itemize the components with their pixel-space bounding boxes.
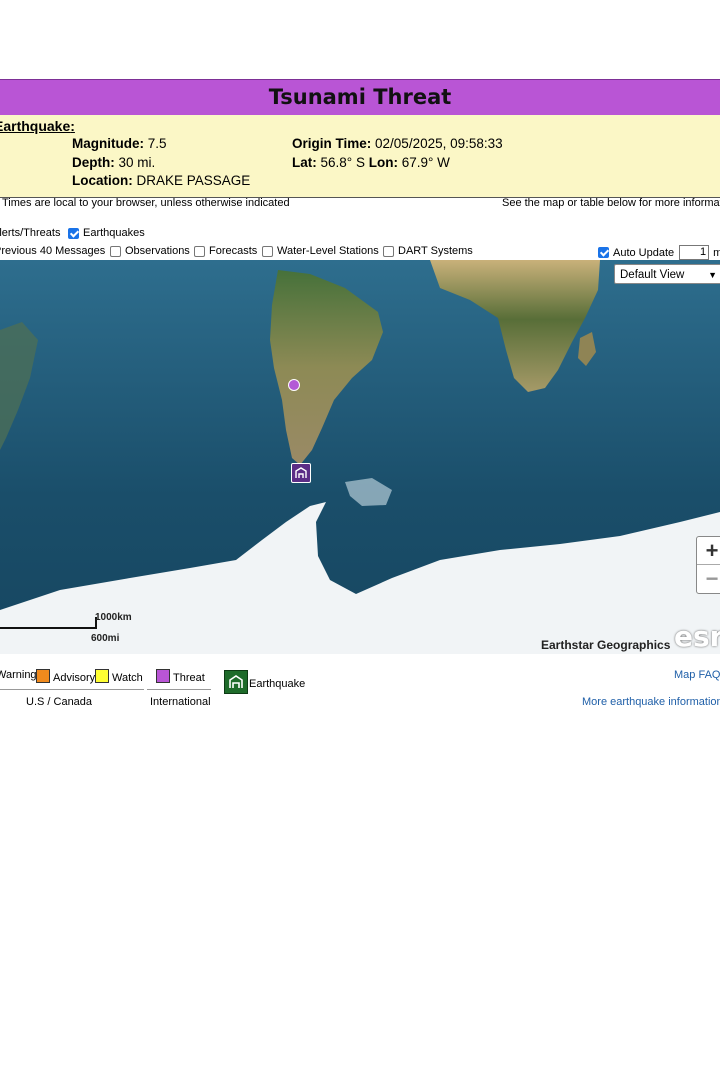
observations-label: Observations [125, 245, 190, 257]
origin-time-value: 02/05/2025, 09:58:33 [375, 136, 503, 151]
times-note: Times are local to your browser, unless … [2, 197, 290, 209]
dart-toggle[interactable]: DART Systems [383, 245, 473, 257]
view-select-value: Default View [620, 269, 685, 281]
threat-swatch [156, 669, 170, 683]
lat-value: 56.8° S [320, 155, 365, 170]
auto-update-toggle[interactable]: Auto Update 1 min [598, 245, 720, 260]
water-level-label: Water-Level Stations [277, 245, 379, 257]
observations-toggle[interactable]: Observations [110, 245, 190, 257]
lat-lon-field: Lat: 56.8° S Lon: 67.9° W [292, 155, 450, 170]
earthquakes-toggle[interactable]: Earthquakes [68, 227, 145, 239]
map-canvas [0, 260, 720, 654]
earthquake-legend-glyph [229, 675, 243, 688]
lon-value: 67.9° W [401, 155, 450, 170]
location-pin-icon[interactable] [288, 379, 300, 391]
watch-swatch [95, 669, 109, 683]
earthquakes-checkbox[interactable] [68, 227, 79, 239]
advisory-label: Advisory [53, 672, 96, 684]
forecasts-checkbox[interactable] [194, 245, 205, 257]
auto-update-input[interactable]: 1 [679, 245, 710, 260]
observations-checkbox[interactable] [110, 245, 121, 257]
scale-mi-label: 600mi [91, 633, 120, 644]
location-field: Location: DRAKE PASSAGE [72, 173, 251, 188]
magnitude-value: 7.5 [147, 136, 167, 151]
forecasts-toggle[interactable]: Forecasts [194, 245, 257, 257]
more-earthquake-info-link[interactable]: More earthquake information [582, 696, 720, 708]
threat-banner: Tsunami Threat [0, 79, 720, 116]
zoom-out-button[interactable]: − [697, 565, 720, 592]
auto-update-unit: min [713, 246, 720, 259]
event-heading: Earthquake: [0, 118, 75, 134]
scale-bar: 1000km 600mi [0, 612, 132, 644]
water-level-toggle[interactable]: Water-Level Stations [262, 245, 379, 257]
forecasts-label: Forecasts [209, 245, 258, 257]
view-select[interactable]: Default View ▼ [614, 264, 720, 284]
earthquake-legend-label: Earthquake [249, 678, 306, 690]
esri-logo: esri [674, 620, 720, 653]
location-value: DRAKE PASSAGE [136, 173, 251, 188]
previous-messages-label: Previous 40 Messages [0, 245, 106, 257]
legend-divider-us [0, 689, 144, 690]
event-info-panel: Earthquake: Magnitude: 7.5 Depth: 30 mi.… [0, 115, 720, 198]
alerts-label: Alerts/Threats [0, 227, 61, 239]
depth-value: 30 mi. [118, 155, 156, 170]
legend-watch: Watch [92, 669, 143, 684]
dart-checkbox[interactable] [383, 245, 394, 257]
map-view[interactable]: 1000km 600mi Earthstar Geographics esri [0, 260, 720, 654]
origin-time-field: Origin Time: 02/05/2025, 09:58:33 [292, 136, 503, 151]
threat-label: Threat [173, 672, 205, 684]
auto-update-checkbox[interactable] [598, 247, 609, 258]
scale-km-label: 1000km [95, 612, 132, 623]
magnitude-field: Magnitude: 7.5 [72, 136, 167, 151]
advisory-swatch [36, 669, 50, 683]
us-canada-label: U.S / Canada [26, 696, 93, 708]
earthquakes-label: Earthquakes [83, 227, 145, 239]
depth-field: Depth: 30 mi. [72, 155, 156, 170]
international-label: International [150, 696, 211, 708]
map-attribution: Earthstar Geographics [541, 638, 671, 652]
map-faq-link[interactable]: Map FAQ [674, 669, 720, 681]
earthquake-marker-icon [295, 467, 307, 478]
watch-label: Watch [112, 672, 143, 684]
legend-threat: Threat [153, 669, 205, 684]
warning-label: Warning [0, 669, 37, 681]
zoom-control: + − [696, 536, 720, 594]
legend-warning: Warning [0, 669, 37, 681]
dart-label: DART Systems [398, 245, 473, 257]
alerts-toggle[interactable]: Alerts/Threats [0, 227, 66, 239]
previous-messages-toggle[interactable]: Previous 40 Messages [0, 245, 105, 257]
chevron-down-icon: ▼ [708, 270, 717, 280]
earthquake-marker[interactable] [291, 463, 311, 483]
auto-update-label: Auto Update [613, 246, 675, 259]
earthquake-legend-icon [224, 670, 248, 694]
zoom-in-button[interactable]: + [697, 537, 720, 565]
legend-advisory: Advisory [33, 669, 95, 684]
see-map-note: See the map or table below for more info… [502, 197, 720, 209]
banner-title: Tsunami Threat [268, 85, 452, 109]
water-level-checkbox[interactable] [262, 245, 273, 257]
legend-divider-intl [147, 689, 211, 690]
